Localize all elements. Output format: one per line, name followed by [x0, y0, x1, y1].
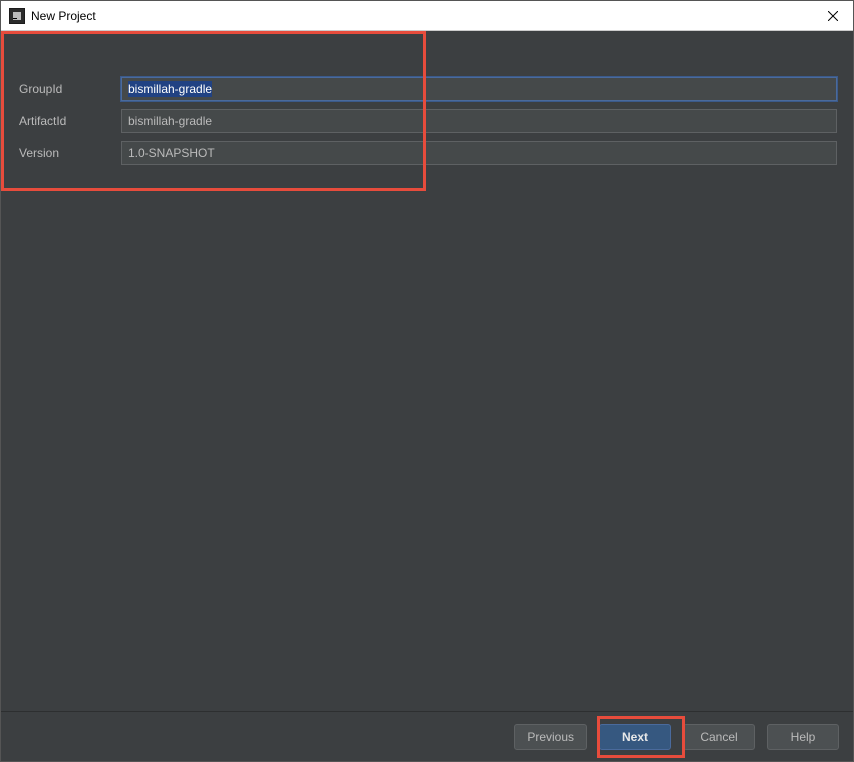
artifact-id-label: ArtifactId	[17, 114, 121, 128]
close-button[interactable]	[813, 1, 853, 31]
project-form: GroupId bismillah-gradle ArtifactId Vers…	[17, 47, 837, 165]
app-icon	[9, 8, 25, 24]
version-label: Version	[17, 146, 121, 160]
group-id-input[interactable]: bismillah-gradle	[121, 77, 837, 101]
version-input[interactable]	[121, 141, 837, 165]
new-project-dialog: New Project GroupId bismillah-gradle Art…	[0, 0, 854, 762]
cancel-button[interactable]: Cancel	[683, 724, 755, 750]
group-id-label: GroupId	[17, 82, 121, 96]
group-id-selected-text: bismillah-gradle	[128, 81, 212, 97]
artifact-id-row: ArtifactId	[17, 109, 837, 133]
window-title: New Project	[31, 9, 96, 23]
version-row: Version	[17, 141, 837, 165]
next-button[interactable]: Next	[599, 724, 671, 750]
previous-button[interactable]: Previous	[514, 724, 587, 750]
artifact-id-input[interactable]	[121, 109, 837, 133]
help-button[interactable]: Help	[767, 724, 839, 750]
group-id-row: GroupId bismillah-gradle	[17, 77, 837, 101]
dialog-content: GroupId bismillah-gradle ArtifactId Vers…	[1, 31, 853, 711]
titlebar: New Project	[1, 1, 853, 31]
dialog-footer: Previous Next Cancel Help	[1, 711, 853, 761]
